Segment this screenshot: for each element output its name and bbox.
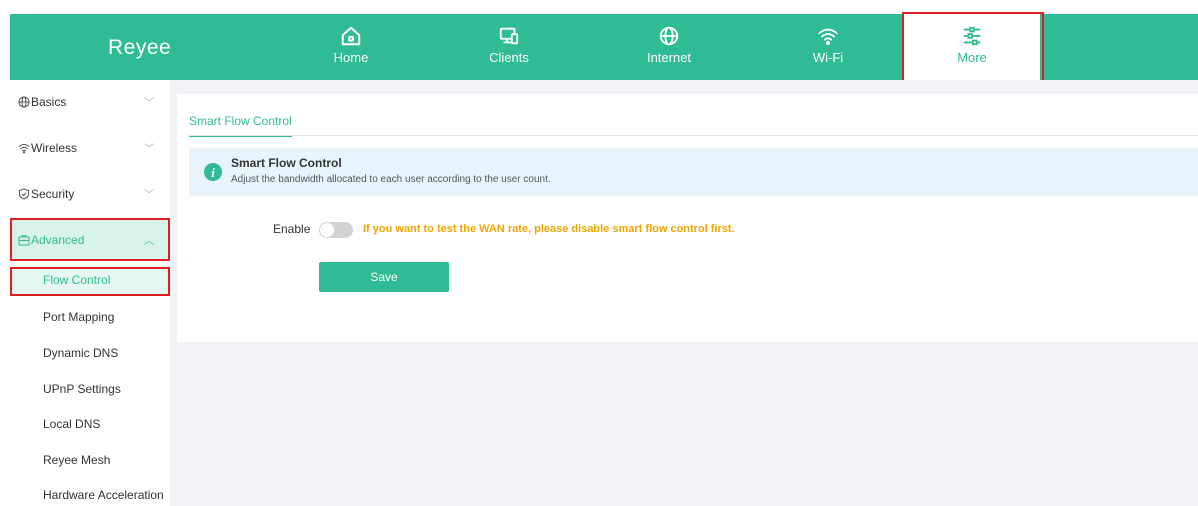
warning-text: If you want to test the WAN rate, please… (363, 223, 735, 235)
sidebar: Basics ﹀ Wireless ﹀ Security ﹀ Advanced … (10, 80, 170, 506)
nav-wifi-label: Wi-Fi (812, 50, 844, 65)
sidebar-group-label: Advanced (31, 233, 85, 247)
nav-home[interactable]: Home (303, 14, 399, 80)
reyee-logo: Reyee (108, 36, 172, 59)
enable-toggle[interactable] (319, 222, 353, 238)
tab-smart-flow-control[interactable]: Smart Flow Control (189, 114, 292, 137)
sidebar-item-dynamic-dns[interactable]: Dynamic DNS (10, 339, 170, 367)
sidebar-group-label: Security (31, 187, 75, 201)
devices-icon (499, 27, 519, 45)
nav-wifi[interactable]: Wi-Fi (780, 14, 876, 80)
sidebar-item-flow-control[interactable]: Flow Control (10, 266, 170, 294)
nav-internet-label: Internet (646, 50, 692, 65)
nav-more-label: More (957, 50, 987, 65)
svg-text:i: i (211, 165, 215, 180)
sidebar-item-reyee-mesh[interactable]: Reyee Mesh (10, 446, 170, 474)
content-panel: Smart Flow Control i Smart Flow Control … (177, 94, 1198, 342)
info-banner: i Smart Flow Control Adjust the bandwidt… (189, 148, 1198, 196)
chevron-down-icon: ﹀ (144, 98, 154, 109)
nav-internet[interactable]: Internet (621, 14, 717, 80)
info-title: Smart Flow Control (231, 156, 342, 170)
briefcase-icon (18, 235, 30, 246)
chevron-down-icon: ﹀ (144, 190, 154, 201)
sidebar-group-basics[interactable]: Basics ﹀ (10, 82, 170, 122)
tab-divider (189, 135, 1198, 136)
sidebar-item-port-mapping[interactable]: Port Mapping (10, 303, 170, 331)
sidebar-group-wireless[interactable]: Wireless ﹀ (10, 128, 170, 168)
chevron-down-icon: ﹀ (144, 144, 154, 155)
sidebar-group-label: Wireless (31, 141, 78, 155)
toggle-knob (320, 223, 334, 237)
home-icon (341, 26, 361, 46)
chevron-up-icon: ︿ (144, 236, 154, 247)
save-button[interactable]: Save (319, 262, 449, 292)
sidebar-group-label: Basics (31, 95, 67, 109)
wifi-icon (818, 28, 838, 45)
globe-icon (659, 26, 679, 46)
sidebar-item-upnp-settings[interactable]: UPnP Settings (10, 375, 170, 403)
info-description: Adjust the bandwidth allocated to each u… (231, 174, 551, 185)
sidebar-item-hardware-acceleration[interactable]: Hardware Acceleration (10, 481, 170, 506)
info-icon: i (204, 163, 222, 181)
top-nav-bar: Reyee Home Clients Internet Wi-Fi More (10, 14, 1198, 80)
sidebar-group-security[interactable]: Security ﹀ (10, 174, 170, 214)
shield-icon (19, 188, 29, 200)
nav-more[interactable]: More (904, 14, 1040, 80)
enable-label: Enable (273, 222, 311, 236)
nav-home-label: Home (333, 50, 369, 65)
globe-icon (18, 96, 30, 108)
sliders-icon (963, 26, 981, 46)
nav-clients[interactable]: Clients (461, 14, 557, 80)
nav-clients-label: Clients (489, 50, 529, 65)
sidebar-group-advanced[interactable]: Advanced ︿ (10, 220, 170, 260)
sidebar-item-local-dns[interactable]: Local DNS (10, 410, 170, 438)
wifi-icon (18, 144, 30, 154)
